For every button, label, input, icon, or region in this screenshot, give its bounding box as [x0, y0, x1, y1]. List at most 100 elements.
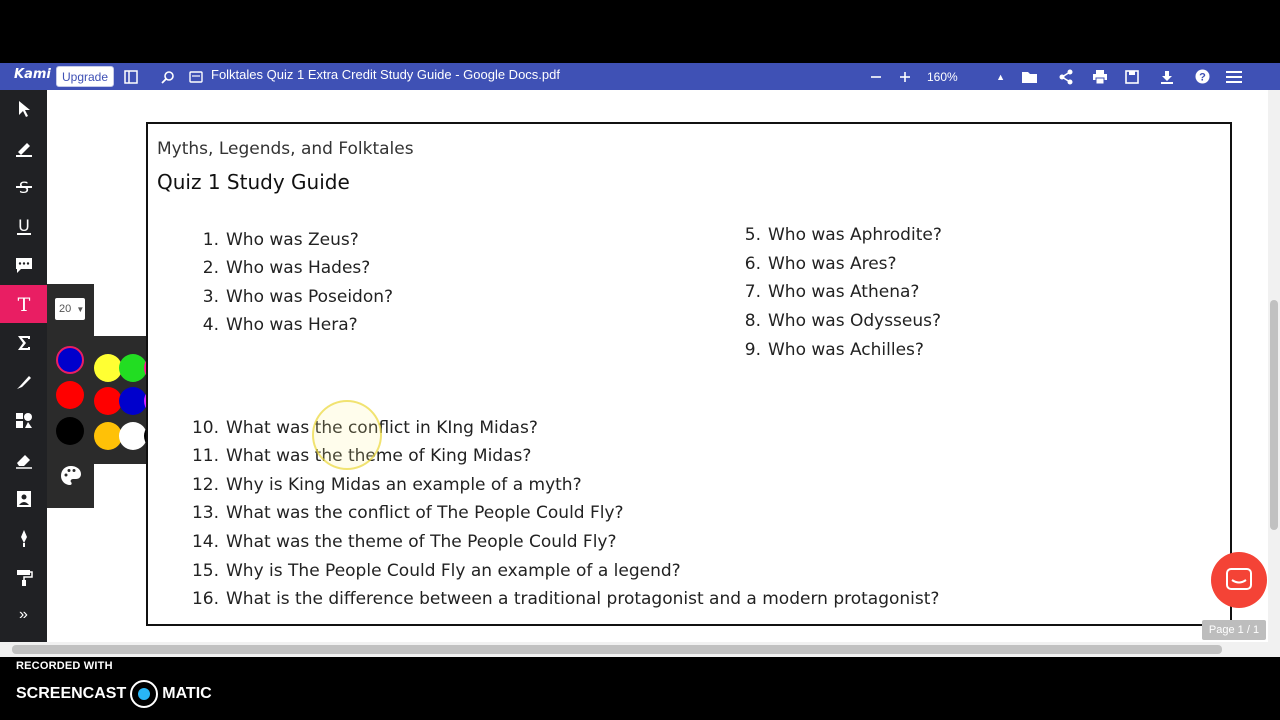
share-icon[interactable]: [1054, 63, 1078, 90]
top-letterbox: [0, 0, 1280, 63]
question-text: What was the conflict of The People Coul…: [226, 503, 624, 523]
question-text: What was the theme of The People Could F…: [226, 532, 617, 552]
question-number: 11.: [191, 446, 219, 466]
question-item: 16. What is the difference between a trad…: [184, 589, 940, 609]
chat-icon: [1226, 568, 1252, 590]
horizontal-scrollbar[interactable]: [0, 642, 1280, 657]
question-text: Who was Aphrodite?: [768, 225, 942, 245]
question-text: Who was Ares?: [768, 254, 897, 274]
document-icon: [184, 63, 208, 90]
help-icon[interactable]: ?: [1190, 63, 1214, 90]
color-swatch-red-2[interactable]: [94, 387, 122, 415]
question-item: 14. What was the theme of The People Coul…: [184, 532, 617, 552]
zoom-select[interactable]: 160% ▲: [921, 67, 1011, 87]
vertical-scrollbar[interactable]: [1268, 90, 1280, 642]
highlighter-tool-icon[interactable]: [0, 129, 47, 167]
print-icon[interactable]: [1088, 63, 1112, 90]
question-number: 10.: [191, 418, 219, 438]
question-text: Who was Zeus?: [226, 230, 359, 250]
color-swatch-green[interactable]: [119, 354, 147, 382]
left-toolbar: S U T »: [0, 90, 47, 657]
question-text: What is the difference between a traditi…: [226, 589, 940, 609]
text-tool-icon[interactable]: T: [0, 285, 47, 323]
drawing-tool-icon[interactable]: [0, 363, 47, 401]
question-text: Why is King Midas an example of a myth?: [226, 475, 582, 495]
question-text: Who was Odysseus?: [768, 311, 942, 331]
question-number: 12.: [191, 475, 219, 495]
chat-support-button[interactable]: [1211, 552, 1267, 608]
underline-tool-icon[interactable]: U: [0, 207, 47, 245]
screencast-brand-right: MATIC: [162, 685, 212, 703]
top-toolbar: Kami Upgrade Folktales Quiz 1 Extra Cred…: [0, 63, 1280, 90]
pdf-page[interactable]: Myths, Legends, and Folktales Quiz 1 Stu…: [146, 122, 1232, 626]
shapes-tool-icon[interactable]: [0, 402, 47, 440]
expand-toolbar-icon[interactable]: »: [0, 600, 47, 630]
horizontal-scroll-thumb[interactable]: [12, 645, 1222, 654]
svg-text:T: T: [17, 294, 30, 314]
upgrade-button[interactable]: Upgrade: [56, 66, 115, 87]
kami-logo: Kami: [14, 67, 51, 82]
search-icon[interactable]: [156, 63, 180, 90]
kami-app: Kami Upgrade Folktales Quiz 1 Extra Cred…: [0, 63, 1280, 657]
recorded-with-label: RECORDED WITH: [16, 660, 113, 672]
color-swatch-yellow[interactable]: [94, 354, 122, 382]
question-item: 3. Who was Poseidon?: [184, 287, 393, 307]
screencast-watermark: RECORDED WITH SCREENCAST MATIC: [16, 660, 212, 708]
color-swatch-blue[interactable]: [119, 387, 147, 415]
question-text: Who was Athena?: [768, 282, 920, 302]
text-options-panel: 20 ▼: [47, 284, 94, 508]
question-item: 4. Who was Hera?: [184, 315, 358, 335]
color-swatch-red[interactable]: [56, 381, 84, 409]
document-subtitle: Myths, Legends, and Folktales: [157, 139, 414, 159]
zoom-out-icon[interactable]: [864, 63, 888, 90]
color-swatch-navy[interactable]: [56, 346, 84, 374]
comment-tool-icon[interactable]: [0, 246, 47, 284]
equation-tool-icon[interactable]: [0, 324, 47, 362]
strikethrough-tool-icon[interactable]: S: [0, 168, 47, 206]
add-image-tool-icon[interactable]: [0, 480, 47, 518]
question-number: 1.: [202, 230, 219, 250]
eraser-tool-icon[interactable]: [0, 441, 47, 479]
question-item: 15. Why is The People Could Fly an exampl…: [184, 561, 681, 581]
question-number: 14.: [191, 532, 219, 552]
menu-icon[interactable]: [1222, 63, 1246, 90]
signature-tool-icon[interactable]: [0, 519, 47, 557]
font-size-caret-icon: ▼: [76, 305, 85, 314]
font-size-select[interactable]: 20 ▼: [55, 298, 85, 320]
question-number: 5.: [744, 225, 761, 245]
question-text: Who was Hades?: [226, 258, 371, 278]
zoom-caret-icon: ▲: [996, 72, 1005, 82]
question-number: 8.: [744, 311, 761, 331]
question-text: Who was Achilles?: [768, 340, 924, 360]
save-icon[interactable]: [1120, 63, 1144, 90]
question-item: 6. Who was Ares?: [726, 254, 897, 274]
custom-color-palette-icon[interactable]: [59, 464, 83, 488]
question-item: 1. Who was Zeus?: [184, 230, 359, 250]
question-item: 13. What was the conflict of The People C…: [184, 503, 624, 523]
question-text: Who was Poseidon?: [226, 287, 394, 307]
color-swatch-orange[interactable]: [94, 422, 122, 450]
zoom-in-icon[interactable]: [893, 63, 917, 90]
document-title: Folktales Quiz 1 Extra Credit Study Guid…: [211, 67, 560, 82]
select-tool-icon[interactable]: [0, 90, 47, 128]
paint-roller-tool-icon[interactable]: [0, 558, 47, 596]
color-swatch-white[interactable]: [119, 422, 147, 450]
question-text: Who was Hera?: [226, 315, 358, 335]
question-number: 2.: [202, 258, 219, 278]
color-swatch-black[interactable]: [56, 417, 84, 445]
download-icon[interactable]: [1155, 63, 1179, 90]
question-number: 3.: [202, 287, 219, 307]
question-text: Why is The People Could Fly an example o…: [226, 561, 681, 581]
question-item: 9. Who was Achilles?: [726, 340, 924, 360]
question-number: 7.: [744, 282, 761, 302]
folder-open-icon[interactable]: [1018, 63, 1042, 90]
vertical-scroll-thumb[interactable]: [1270, 300, 1278, 530]
question-item: 7. Who was Athena?: [726, 282, 920, 302]
screencast-brand-left: SCREENCAST: [16, 685, 127, 703]
sidebar-toggle-icon[interactable]: [119, 63, 143, 90]
question-number: 15.: [191, 561, 219, 581]
question-item: 2. Who was Hades?: [184, 258, 371, 278]
screencast-brand: SCREENCAST MATIC: [16, 680, 212, 708]
question-number: 16.: [191, 589, 219, 609]
document-heading: Quiz 1 Study Guide: [157, 170, 350, 194]
